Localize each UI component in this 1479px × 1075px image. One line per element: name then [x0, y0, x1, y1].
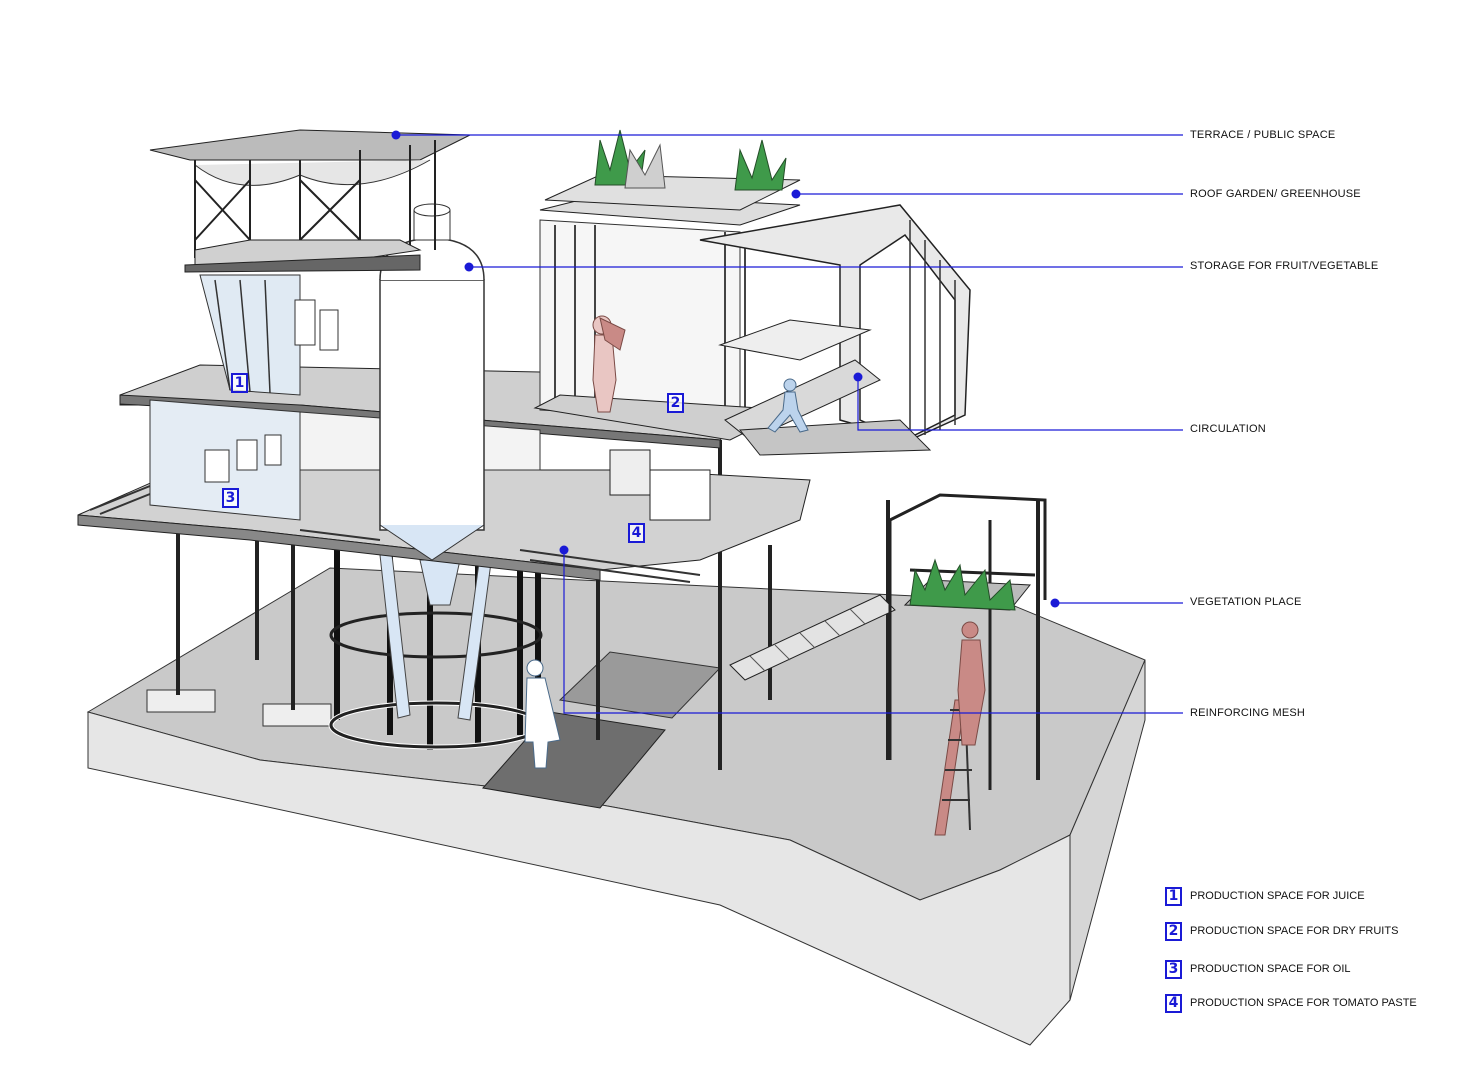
- axonometric-diagram: [77, 129, 1183, 1046]
- legend-label: PRODUCTION SPACE FOR JUICE: [1190, 890, 1365, 902]
- ground-block: [86, 567, 1146, 1046]
- callout-terrace: TERRACE / PUBLIC SPACE: [1190, 129, 1336, 141]
- dot-vegetation: [1050, 598, 1060, 608]
- legend-label: PRODUCTION SPACE FOR TOMATO PASTE: [1190, 997, 1417, 1009]
- column-base-2: [262, 703, 332, 727]
- legend-number: 1: [1165, 886, 1182, 906]
- zone-tag-3: 3: [222, 488, 239, 508]
- legend-label: PRODUCTION SPACE FOR DRY FRUITS: [1190, 925, 1399, 937]
- column-base-1: [146, 689, 216, 713]
- dot-circulation: [853, 372, 863, 382]
- roof-garden: [544, 129, 801, 211]
- callout-vegetation: VEGETATION PLACE: [1190, 596, 1302, 608]
- zone-tag-4: 4: [628, 523, 645, 543]
- dot-mesh: [559, 545, 569, 555]
- legend-number: 2: [1165, 921, 1182, 941]
- legend-item: 2 PRODUCTION SPACE FOR DRY FRUITS: [1165, 920, 1398, 942]
- zone-tag-1: 1: [231, 373, 248, 393]
- legend-label: PRODUCTION SPACE FOR OIL: [1190, 963, 1351, 975]
- legend-item: 4 PRODUCTION SPACE FOR TOMATO PASTE: [1165, 992, 1417, 1014]
- legend-number: 4: [1165, 993, 1182, 1013]
- legend-item: 3 PRODUCTION SPACE FOR OIL: [1165, 958, 1351, 980]
- callout-circulation: CIRCULATION: [1190, 423, 1266, 435]
- legend-number: 3: [1165, 959, 1182, 979]
- callout-storage: STORAGE FOR FRUIT/VEGETABLE: [1190, 260, 1379, 272]
- zone-tag-2: 2: [667, 393, 684, 413]
- callout-mesh: REINFORCING MESH: [1190, 707, 1306, 719]
- callout-roof-garden: ROOF GARDEN/ GREENHOUSE: [1190, 188, 1361, 200]
- dot-terrace: [391, 130, 401, 140]
- dot-roof-garden: [791, 189, 801, 199]
- legend-item: 1 PRODUCTION SPACE FOR JUICE: [1165, 885, 1365, 907]
- dot-storage: [464, 262, 474, 272]
